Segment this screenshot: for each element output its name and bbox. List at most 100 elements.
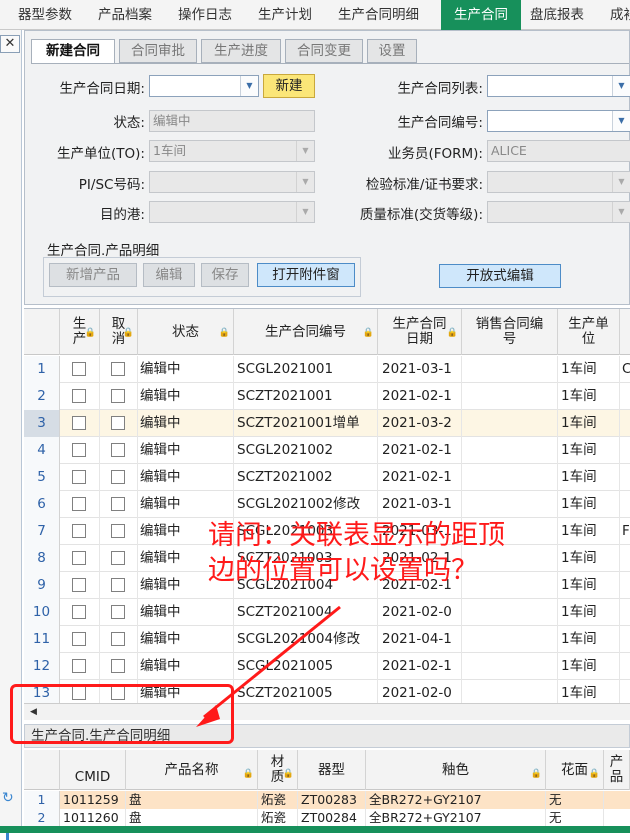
sales-no-cell[interactable] — [462, 437, 558, 464]
col-header-contract-no[interactable]: 生产合同编号 🔒 — [234, 309, 378, 355]
cancel-checkbox[interactable] — [111, 659, 125, 673]
unit-cell[interactable]: 1车间 — [558, 626, 620, 653]
unit-cell[interactable]: 1车间 — [558, 437, 620, 464]
cancel-checkbox[interactable] — [111, 632, 125, 646]
menu-item-inventory-report[interactable]: 盘底报表 — [530, 0, 584, 30]
produce-checkbox[interactable] — [72, 551, 86, 565]
table-row[interactable]: 2 1011260 盘炻瓷 ZT00284 全BR272+GY2107 无 — [24, 809, 630, 827]
contract-date-cell[interactable]: 2021-03-1 — [378, 491, 462, 518]
table-row[interactable]: 1 1011259 盘炻瓷 ZT00283 全BR272+GY2107 无 — [24, 791, 630, 809]
contract-date-cell[interactable]: 2021-02-1 — [378, 653, 462, 680]
sales-no-cell[interactable] — [462, 599, 558, 626]
status-cell[interactable]: 编辑中 — [138, 383, 234, 410]
shape-cell[interactable]: ZT00283 — [298, 791, 366, 809]
shape-cell[interactable]: ZT00284 — [298, 809, 366, 827]
product-name-cell[interactable]: 盘 — [126, 791, 258, 809]
contract-no-cell[interactable]: SCZT2021001增单 — [234, 410, 378, 437]
col-header-material[interactable]: 材质 🔒 — [258, 750, 298, 790]
cmid-cell[interactable]: 1011259 — [60, 791, 126, 809]
produce-checkbox[interactable] — [72, 362, 86, 376]
cancel-checkbox[interactable] — [111, 389, 125, 403]
unit-cell[interactable]: 1车间 — [558, 518, 620, 545]
table-row[interactable]: 3 编辑中 SCZT2021001增单 2021-03-2 1车间 — [24, 410, 630, 437]
produce-checkbox[interactable] — [72, 497, 86, 511]
table-row[interactable]: 1 编辑中SCGL20210012021-03-1 1车间C — [24, 356, 630, 383]
contract-list-select[interactable]: ▼ — [487, 75, 630, 97]
contract-date-cell[interactable]: 2021-02-1 — [378, 464, 462, 491]
add-product-button[interactable]: 新增产品 — [49, 263, 137, 287]
extra-cell[interactable] — [620, 437, 630, 464]
contract-date-cell[interactable]: 2021-02-1 — [378, 383, 462, 410]
unit-cell[interactable]: 1车间 — [558, 491, 620, 518]
menu-item-contract-detail[interactable]: 生产合同明细 — [338, 0, 419, 30]
status-cell[interactable]: 编辑中 — [138, 356, 234, 383]
extra-cell[interactable]: C — [620, 356, 630, 383]
unit-cell[interactable]: 1车间 — [558, 383, 620, 410]
cancel-checkbox[interactable] — [111, 605, 125, 619]
menu-item-production-contract[interactable]: 生产合同 — [441, 0, 521, 30]
extra-cell[interactable] — [620, 572, 630, 599]
produce-checkbox[interactable] — [72, 389, 86, 403]
decor-cell[interactable]: 无 — [546, 791, 604, 809]
chevron-down-icon[interactable]: ▼ — [612, 76, 630, 96]
table-row[interactable]: 4 编辑中 SCGL2021002 2021-02-1 1车间 — [24, 437, 630, 464]
sales-no-cell[interactable] — [462, 410, 558, 437]
cancel-checkbox[interactable] — [111, 551, 125, 565]
table-row[interactable]: 6 编辑中 SCGL2021002修改 2021-03-1 1车间 — [24, 491, 630, 518]
cancel-checkbox[interactable] — [111, 578, 125, 592]
extra-cell[interactable] — [620, 545, 630, 572]
col-header-shape[interactable]: 器型 — [298, 750, 366, 790]
col-header-decor[interactable]: 花面 🔒 — [546, 750, 604, 790]
produce-checkbox[interactable] — [72, 632, 86, 646]
open-edit-button[interactable]: 开放式编辑 — [439, 264, 561, 288]
extra-cell[interactable] — [620, 626, 630, 653]
produce-checkbox[interactable] — [72, 578, 86, 592]
sales-no-cell[interactable] — [462, 464, 558, 491]
unit-cell[interactable]: 1车间 — [558, 356, 620, 383]
glaze-cell[interactable]: 全BR272+GY2107 — [366, 791, 546, 809]
contract-date-cell[interactable]: 2021-04-1 — [378, 626, 462, 653]
unit-cell[interactable]: 1车间 — [558, 410, 620, 437]
sales-no-cell[interactable] — [462, 383, 558, 410]
material-cell[interactable]: 炻瓷 — [258, 809, 298, 827]
cancel-checkbox[interactable] — [111, 362, 125, 376]
contract-no-cell[interactable]: SCZT2021001 — [234, 383, 378, 410]
contract-no-cell[interactable]: SCGL2021002修改 — [234, 491, 378, 518]
menu-item-production-plan[interactable]: 生产计划 — [258, 0, 312, 30]
material-cell[interactable]: 炻瓷 — [258, 791, 298, 809]
glaze-cell[interactable]: 全BR272+GY2107 — [366, 809, 546, 827]
tab-new-contract[interactable]: 新建合同 — [31, 39, 115, 64]
unit-cell[interactable]: 1车间 — [558, 545, 620, 572]
col-header-cancel[interactable]: 取消 🔒 — [100, 309, 138, 355]
unit-cell[interactable]: 1车间 — [558, 653, 620, 680]
menu-item-finished[interactable]: 成衫 — [610, 0, 630, 30]
status-cell[interactable]: 编辑中 — [138, 437, 234, 464]
table-row[interactable]: 2 编辑中 SCZT2021001 2021-02-1 1车间 — [24, 383, 630, 410]
chevron-down-icon[interactable]: ▼ — [612, 111, 630, 131]
cancel-checkbox[interactable] — [111, 443, 125, 457]
produce-checkbox[interactable] — [72, 605, 86, 619]
extra-cell[interactable] — [620, 464, 630, 491]
contract-date-cell[interactable]: 2021-02-0 — [378, 599, 462, 626]
cancel-checkbox[interactable] — [111, 497, 125, 511]
menu-item-product-archive[interactable]: 产品档案 — [98, 0, 152, 30]
new-button[interactable]: 新建 — [263, 74, 315, 98]
menu-item-operation-log[interactable]: 操作日志 — [178, 0, 232, 30]
produce-checkbox[interactable] — [72, 443, 86, 457]
tab-production-progress[interactable]: 生产进度 — [201, 39, 281, 63]
edit-button[interactable]: 编辑 — [143, 263, 195, 287]
decor-cell[interactable]: 无 — [546, 809, 604, 827]
col-header-product-more[interactable]: 产品 — [604, 750, 630, 790]
sales-no-cell[interactable] — [462, 356, 558, 383]
refresh-icon[interactable]: ↻ — [2, 790, 14, 806]
sales-no-cell[interactable] — [462, 626, 558, 653]
col-header-unit[interactable]: 生产单位 — [558, 309, 620, 355]
produce-checkbox[interactable] — [72, 659, 86, 673]
extra-cell[interactable] — [620, 491, 630, 518]
produce-checkbox[interactable] — [72, 524, 86, 538]
extra-cell[interactable] — [620, 599, 630, 626]
col-header-contract-date[interactable]: 生产合同日期 🔒 — [378, 309, 462, 355]
product-name-cell[interactable]: 盘 — [126, 809, 258, 827]
produce-checkbox[interactable] — [72, 470, 86, 484]
sales-no-cell[interactable] — [462, 491, 558, 518]
